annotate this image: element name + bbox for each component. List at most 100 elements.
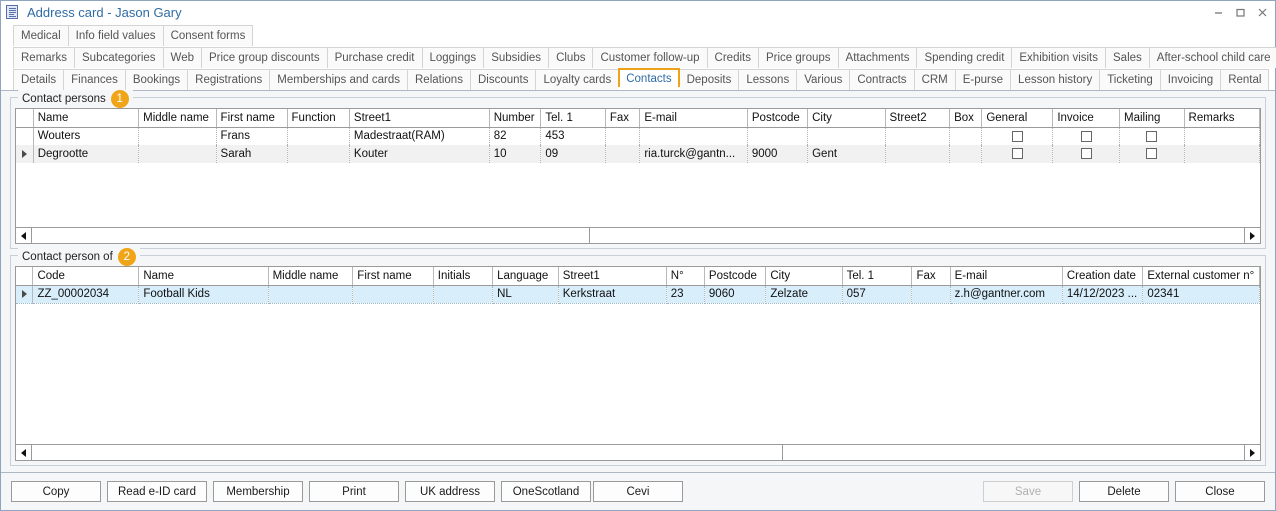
scroll-right-icon[interactable]	[1244, 445, 1260, 460]
column-header-code[interactable]: Code	[32, 267, 140, 286]
cell-function[interactable]	[287, 127, 350, 145]
cell-general[interactable]	[981, 145, 1054, 163]
cell-tel-1[interactable]: 09	[540, 145, 606, 163]
cell-name[interactable]: Wouters	[33, 127, 140, 145]
cell-invoice[interactable]	[1052, 127, 1121, 145]
row-marker-cell[interactable]	[16, 127, 34, 145]
column-header-function[interactable]: Function	[287, 109, 350, 128]
cell-box[interactable]	[949, 127, 983, 145]
tab-spending-credit[interactable]: Spending credit	[916, 47, 1013, 68]
tab-bookings[interactable]: Bookings	[124, 69, 189, 90]
cell-fax[interactable]	[605, 145, 641, 163]
cell-city[interactable]: Gent	[807, 145, 886, 163]
cell-invoice[interactable]	[1052, 145, 1121, 163]
tab-memberships-and-cards[interactable]: Memberships and cards	[269, 69, 408, 90]
cell-first-name[interactable]	[352, 285, 434, 304]
cell-initials[interactable]	[433, 285, 494, 304]
tab-customer-follow-up[interactable]: Customer follow-up	[592, 47, 708, 68]
column-header-fax[interactable]: Fax	[911, 267, 951, 286]
tab-medical[interactable]: Medical	[13, 25, 69, 46]
tab-contacts[interactable]: Contacts	[618, 68, 681, 90]
cell-street1[interactable]: Kerkstraat	[558, 285, 667, 304]
cell-street1[interactable]: Madestraat(RAM)	[349, 127, 490, 145]
tab-attachments[interactable]: Attachments	[837, 47, 918, 68]
read-e-id-card-button[interactable]: Read e-ID card	[107, 481, 207, 502]
contact-persons-hscrollbar[interactable]	[15, 228, 1261, 244]
cell-middle-name[interactable]	[268, 285, 354, 304]
scroll-right-icon[interactable]	[1244, 228, 1260, 243]
table-row[interactable]: ZZ_00002034 Football Kids NL Kerkstraat 23 90…	[16, 285, 1260, 304]
cell-first-name[interactable]: Sarah	[216, 145, 288, 163]
cell-e-mail[interactable]: z.h@gantner.com	[950, 285, 1063, 304]
tab-web[interactable]: Web	[162, 47, 202, 68]
print-button[interactable]: Print	[308, 481, 399, 502]
cell-remarks[interactable]	[1184, 145, 1260, 163]
cell-code[interactable]: ZZ_00002034	[32, 285, 140, 304]
scroll-left-icon[interactable]	[16, 445, 32, 460]
contact-person-of-grid[interactable]: Code Name Middle name First name Initials Lan…	[15, 266, 1261, 445]
column-header-fax[interactable]: Fax	[605, 109, 641, 128]
tab-registrations[interactable]: Registrations	[187, 69, 271, 90]
close-icon[interactable]	[1251, 3, 1273, 23]
cell-mailing[interactable]	[1119, 127, 1185, 145]
checkbox-general[interactable]	[1011, 148, 1023, 160]
tab-rental[interactable]: Rental	[1220, 69, 1270, 90]
tab-finances[interactable]: Finances	[63, 69, 126, 90]
checkbox-invoice[interactable]	[1080, 148, 1092, 160]
cell-e-mail[interactable]	[639, 127, 748, 145]
checkbox-mailing[interactable]	[1146, 130, 1158, 142]
column-header-invoice[interactable]: Invoice	[1052, 109, 1121, 128]
contact-person-of-hscrollbar[interactable]	[15, 445, 1261, 461]
column-header-remarks[interactable]: Remarks	[1184, 109, 1260, 128]
tab-details[interactable]: Details	[13, 69, 65, 90]
scroll-track[interactable]	[32, 228, 1244, 243]
column-header-number[interactable]: Number	[489, 109, 542, 128]
tab-purchase-credit[interactable]: Purchase credit	[326, 47, 423, 68]
cevi-button[interactable]: Cevi	[593, 481, 683, 502]
tab-invoicing[interactable]: Invoicing	[1159, 69, 1222, 90]
column-header-street2[interactable]: Street2	[885, 109, 951, 128]
column-header-middle-name[interactable]: Middle name	[268, 267, 354, 286]
membership-button[interactable]: Membership	[212, 481, 303, 502]
cell-name[interactable]: Degrootte	[33, 145, 140, 163]
tab-loyalty-cards[interactable]: Loyalty cards	[535, 69, 620, 90]
tab-subcategories[interactable]: Subcategories	[74, 47, 164, 68]
column-header-mailing[interactable]: Mailing	[1119, 109, 1185, 128]
column-header-n[interactable]: N°	[666, 267, 705, 286]
cell-creation-date[interactable]: 14/12/2023 ...	[1062, 285, 1144, 304]
column-header-city[interactable]: City	[765, 267, 843, 286]
cell-street2[interactable]	[885, 145, 951, 163]
cell-function[interactable]	[287, 145, 350, 163]
column-header-postcode[interactable]: Postcode	[704, 267, 767, 286]
column-header-tel-1[interactable]: Tel. 1	[540, 109, 606, 128]
minimize-icon[interactable]	[1207, 3, 1229, 23]
column-header-creation-date[interactable]: Creation date	[1062, 267, 1144, 286]
cell-e-mail[interactable]: ria.turck@gantn...	[639, 145, 748, 163]
cell-middle-name[interactable]	[138, 145, 217, 163]
cell-remarks[interactable]	[1184, 127, 1260, 145]
table-row[interactable]: Degrootte Sarah Kouter 10 09 ria.turck@gantn.…	[16, 145, 1260, 163]
tab-credits[interactable]: Credits	[706, 47, 759, 68]
cell-street1[interactable]: Kouter	[349, 145, 490, 163]
cell-postcode[interactable]	[747, 127, 809, 145]
checkbox-invoice[interactable]	[1080, 130, 1092, 142]
column-header-e-mail[interactable]: E-mail	[639, 109, 748, 128]
table-row[interactable]: Wouters Frans Madestraat(RAM) 82 453	[16, 127, 1260, 145]
cell-fax[interactable]	[605, 127, 641, 145]
cell-number[interactable]: 82	[489, 127, 542, 145]
copy-button[interactable]: Copy	[11, 481, 101, 502]
cell-first-name[interactable]: Frans	[216, 127, 288, 145]
cell-external-customer-n[interactable]: 02341	[1142, 285, 1260, 304]
cell-n[interactable]: 23	[666, 285, 705, 304]
row-marker-cell[interactable]	[16, 285, 34, 304]
column-header-street1[interactable]: Street1	[558, 267, 667, 286]
tab-after-school-child-care[interactable]: After-school child care	[1148, 47, 1276, 68]
column-header-street1[interactable]: Street1	[349, 109, 490, 128]
tab-contracts[interactable]: Contracts	[849, 69, 915, 90]
column-header-box[interactable]: Box	[949, 109, 983, 128]
cell-name[interactable]: Football Kids	[138, 285, 269, 304]
tab-relations[interactable]: Relations	[407, 69, 471, 90]
column-header-external-customer-n[interactable]: External customer n°	[1142, 267, 1260, 286]
checkbox-general[interactable]	[1011, 130, 1023, 142]
column-header-e-mail[interactable]: E-mail	[950, 267, 1063, 286]
